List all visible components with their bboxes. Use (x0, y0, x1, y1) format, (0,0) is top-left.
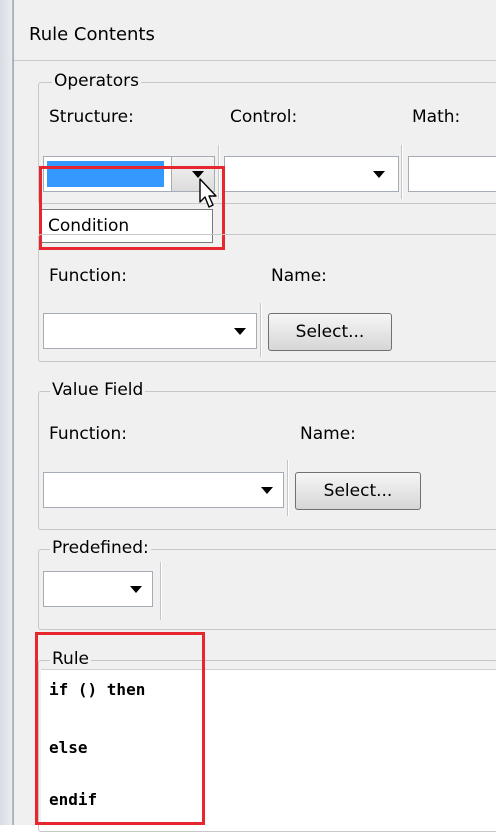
dropdown-arrow-icon (234, 328, 246, 335)
select-value-button[interactable]: Select... (295, 472, 421, 510)
structure-label: Structure: (49, 107, 134, 127)
control-combo[interactable] (224, 156, 399, 192)
select-function-button[interactable]: Select... (268, 313, 392, 351)
function-combo[interactable] (43, 313, 257, 349)
value-function-combo[interactable] (43, 472, 284, 508)
title-bar: Rule Contents (14, 0, 496, 61)
separator (160, 562, 161, 620)
parent-window-edge (0, 0, 13, 825)
value-field-group (38, 391, 496, 530)
window-title: Rule Contents (29, 24, 155, 45)
value-field-legend: Value Field (50, 380, 146, 400)
separator (260, 303, 261, 357)
dropdown-arrow-icon (261, 487, 273, 494)
predefined-legend: Predefined: (50, 538, 151, 558)
control-label: Control: (230, 107, 298, 127)
operators-legend: Operators (52, 71, 141, 91)
math-label: Math: (412, 107, 461, 127)
rule-contents-window: Rule Contents Operators Structure: Contr… (13, 0, 496, 832)
math-combo[interactable] (408, 156, 496, 192)
dropdown-arrow-icon (373, 171, 385, 178)
separator (401, 145, 402, 199)
dropdown-arrow-icon (130, 586, 142, 593)
value-function-label: Function: (49, 424, 128, 444)
predefined-combo[interactable] (43, 571, 153, 607)
name-label: Name: (271, 266, 327, 286)
separator (287, 460, 288, 516)
function-label: Function: (49, 266, 128, 286)
mouse-pointer-icon (199, 178, 217, 208)
value-name-label: Name: (300, 424, 356, 444)
highlight-box-rule (35, 632, 205, 825)
